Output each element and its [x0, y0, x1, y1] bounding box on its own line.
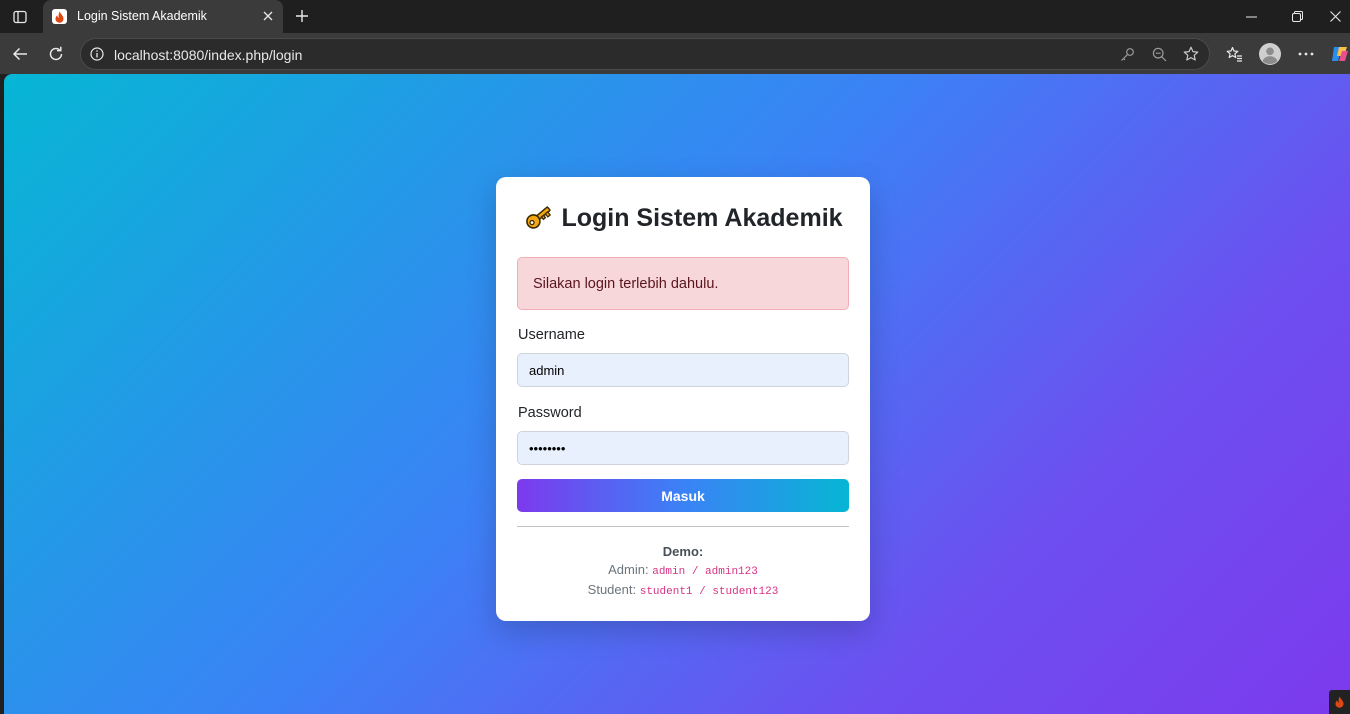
copilot-icon[interactable] [1330, 40, 1350, 68]
demo-admin-label: Admin: [608, 562, 649, 577]
demo-student-credentials: student1 / student123 [639, 586, 779, 598]
zoom-out-icon[interactable] [1148, 43, 1170, 65]
divider [517, 526, 849, 527]
url-text: localhost:8080/index.php/login [114, 47, 303, 63]
reload-icon[interactable] [42, 40, 70, 68]
username-label: Username [518, 327, 585, 343]
tab-title: Login Sistem Akademik [77, 9, 207, 23]
back-arrow-icon[interactable] [6, 40, 34, 68]
password-input[interactable] [517, 431, 849, 465]
close-icon[interactable] [259, 7, 277, 25]
page-viewport: Login Sistem Akademik Silakan login terl… [4, 74, 1350, 714]
demo-heading: Demo: [662, 544, 704, 559]
plus-icon[interactable] [290, 5, 314, 27]
star-icon[interactable] [1180, 43, 1202, 65]
login-card: Login Sistem Akademik Silakan login terl… [496, 177, 870, 621]
close-window-icon[interactable] [1320, 0, 1350, 33]
sidebar-toggle-icon[interactable] [8, 6, 32, 28]
minimize-icon[interactable] [1228, 0, 1274, 33]
key-icon [523, 201, 553, 238]
active-tab[interactable]: Login Sistem Akademik [43, 0, 283, 33]
flame-icon [52, 9, 67, 24]
tab-strip: Login Sistem Akademik [0, 0, 1350, 33]
demo-admin-row: Admin: admin / admin123 [496, 562, 870, 578]
key-icon[interactable] [1116, 43, 1138, 65]
username-input[interactable] [517, 353, 849, 387]
demo-admin-credentials: admin / admin123 [652, 566, 758, 578]
info-icon[interactable] [87, 44, 107, 64]
password-label: Password [518, 405, 582, 421]
more-icon[interactable] [1292, 40, 1320, 68]
login-title-text: Login Sistem Akademik [561, 204, 843, 232]
demo-student-row: Student: student1 / student123 [496, 582, 870, 598]
profile-icon[interactable] [1256, 40, 1284, 68]
debug-toolbar-icon[interactable] [1329, 690, 1350, 714]
browser-toolbar: localhost:8080/index.php/login [0, 33, 1350, 74]
login-alert: Silakan login terlebih dahulu. [517, 257, 849, 310]
login-button[interactable]: Masuk [517, 479, 849, 512]
address-bar[interactable]: localhost:8080/index.php/login [80, 38, 1210, 70]
login-title: Login Sistem Akademik [496, 201, 870, 238]
favorites-icon[interactable] [1220, 40, 1248, 68]
demo-student-label: Student: [587, 582, 637, 597]
restore-icon[interactable] [1274, 0, 1320, 33]
